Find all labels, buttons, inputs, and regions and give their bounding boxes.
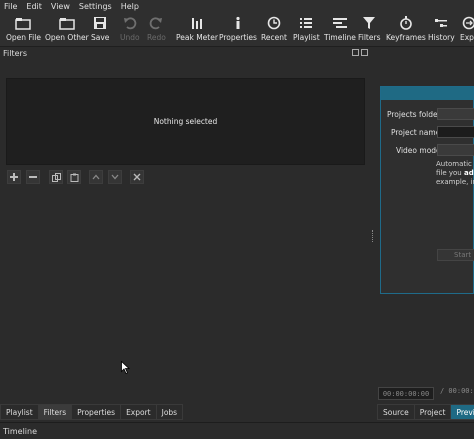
project-name-label: Project name — [391, 128, 441, 137]
redo-button[interactable]: Redo — [147, 15, 166, 42]
keyframes-button[interactable]: Keyframes — [386, 15, 426, 42]
filters-button[interactable]: Filters — [358, 15, 380, 42]
tab-properties[interactable]: Properties — [71, 404, 122, 420]
player-tabs: Source Project Previ — [377, 404, 474, 420]
copy-icon — [51, 172, 61, 182]
menu-help[interactable]: Help — [121, 2, 139, 11]
mouse-cursor-icon — [121, 361, 130, 374]
peak-meter-label: Peak Meter — [176, 33, 218, 42]
redo-label: Redo — [147, 33, 166, 42]
tab-preview[interactable]: Previ — [450, 404, 474, 420]
properties-button[interactable]: Properties — [219, 15, 257, 42]
info-icon — [230, 15, 246, 31]
keyframes-label: Keyframes — [386, 33, 426, 42]
menu-edit[interactable]: Edit — [26, 2, 42, 11]
timeline-dock-title: Timeline — [3, 427, 38, 436]
timeline-separator — [0, 422, 474, 423]
duration-timecode: / 00:00:00 — [440, 387, 474, 395]
timeline-icon — [332, 15, 348, 31]
undo-icon — [122, 15, 138, 31]
open-file-label: Open File — [6, 33, 41, 42]
save-icon — [92, 15, 108, 31]
filters-placeholder: Nothing selected — [153, 117, 218, 126]
tab-filters[interactable]: Filters — [37, 404, 73, 420]
timeline-label: Timeline — [324, 33, 356, 42]
peak-meter-button[interactable]: Peak Meter — [176, 15, 218, 42]
close-icon — [133, 173, 141, 181]
float-dock-icon[interactable] — [352, 49, 359, 56]
projects-folder-label: Projects folder — [387, 110, 441, 119]
peak-meter-icon — [189, 15, 205, 31]
minus-icon — [29, 176, 37, 178]
paste-icon — [70, 173, 78, 182]
add-filter-button[interactable] — [7, 170, 21, 184]
start-button[interactable]: Start — [437, 249, 474, 261]
close-dock-icon[interactable] — [361, 49, 368, 56]
undo-button[interactable]: Undo — [120, 15, 140, 42]
paste-filters-button[interactable] — [67, 170, 81, 184]
history-button[interactable]: History — [428, 15, 455, 42]
remove-filter-button[interactable] — [26, 170, 40, 184]
tab-playlist[interactable]: Playlist — [0, 404, 39, 420]
redo-icon — [148, 15, 164, 31]
project-name-input[interactable] — [437, 126, 474, 138]
tab-project[interactable]: Project — [413, 404, 452, 420]
recent-button[interactable]: Recent — [261, 15, 287, 42]
properties-label: Properties — [219, 33, 257, 42]
new-project-panel: Projects folder Project name Video mode … — [380, 86, 474, 294]
plus-icon — [10, 173, 18, 181]
hint-line-3: example, in — [436, 178, 474, 186]
deselect-filter-button[interactable] — [130, 170, 144, 184]
dock-title-buttons — [352, 49, 368, 56]
playlist-label: Playlist — [293, 33, 320, 42]
position-timecode[interactable]: 00:00:00:00 — [378, 387, 434, 400]
filters-label: Filters — [358, 33, 381, 42]
menu-bar: File Edit View Settings Help — [0, 0, 474, 12]
main-toolbar: Open File Open Other Save Undo Redo Peak… — [0, 12, 474, 46]
copy-filters-button[interactable] — [49, 170, 63, 184]
history-icon — [433, 15, 449, 31]
tab-jobs[interactable]: Jobs — [155, 404, 184, 420]
undo-label: Undo — [120, 33, 140, 42]
chevron-up-icon — [92, 174, 100, 180]
open-other-button[interactable]: Open Other — [45, 15, 89, 42]
save-button[interactable]: Save — [91, 15, 109, 42]
stopwatch-icon — [398, 15, 414, 31]
toolbar-separator — [0, 46, 474, 47]
export-label: Expo — [460, 33, 474, 42]
attached-filters-list[interactable]: Nothing selected — [6, 78, 365, 165]
menu-settings[interactable]: Settings — [79, 2, 112, 11]
menu-view[interactable]: View — [51, 2, 70, 11]
video-mode-label: Video mode — [396, 146, 441, 155]
export-icon — [461, 15, 474, 31]
new-project-header — [381, 87, 473, 100]
open-other-icon — [59, 15, 75, 31]
save-label: Save — [91, 33, 110, 42]
move-up-button[interactable] — [89, 170, 103, 184]
tab-source[interactable]: Source — [377, 404, 415, 420]
open-file-button[interactable]: Open File — [6, 15, 41, 42]
menu-file[interactable]: File — [4, 2, 17, 11]
list-icon — [298, 15, 314, 31]
clock-icon — [266, 15, 282, 31]
hint-line-1: Automatic m — [436, 160, 474, 168]
filters-dock-title: Filters — [3, 49, 27, 58]
recent-label: Recent — [261, 33, 287, 42]
timeline-button[interactable]: Timeline — [324, 15, 356, 42]
video-mode-select[interactable] — [437, 144, 474, 156]
export-button[interactable]: Expo — [460, 15, 474, 42]
funnel-icon — [361, 15, 377, 31]
projects-folder-field[interactable] — [437, 108, 474, 120]
left-dock-tabs: Playlist Filters Properties Export Jobs — [0, 404, 184, 420]
history-label: History — [428, 33, 455, 42]
open-other-label: Open Other — [45, 33, 89, 42]
playlist-button[interactable]: Playlist — [293, 15, 320, 42]
move-down-button[interactable] — [108, 170, 122, 184]
dock-splitter-handle[interactable] — [372, 230, 375, 242]
tab-export[interactable]: Export — [120, 404, 157, 420]
chevron-down-icon — [111, 174, 119, 180]
hint-line-2: file you add — [436, 169, 474, 177]
open-file-icon — [15, 15, 32, 31]
